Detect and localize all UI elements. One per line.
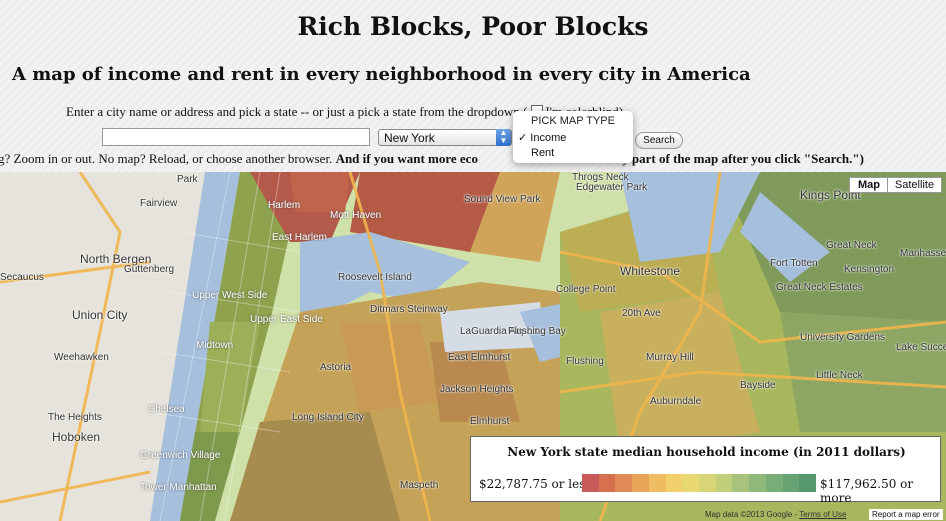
legend-swatch [615, 474, 633, 492]
terms-link[interactable]: Terms of Use [799, 510, 846, 519]
map-label: East Harlem [272, 232, 328, 243]
map-type-dropdown[interactable]: PICK MAP TYPE ✓ Income Rent [513, 111, 633, 163]
map-label: Park [177, 174, 198, 185]
legend-high-label: $117,962.50 or more [820, 477, 914, 505]
map-label: Jackson Heights [440, 384, 514, 395]
legend-swatch [582, 474, 599, 492]
map-label: Midtown [196, 340, 234, 351]
map-label: Bayside [740, 380, 776, 391]
map-label: Harlem [268, 200, 301, 211]
address-input[interactable] [102, 128, 370, 146]
select-arrows-icon: ▲ ▼ [496, 129, 511, 146]
page-title: Rich Blocks, Poor Blocks [297, 12, 649, 41]
map-label: Fairview [140, 198, 178, 209]
legend-swatch [598, 474, 616, 492]
checkmark-icon: ✓ [518, 132, 528, 144]
dropdown-option-income[interactable]: ✓ Income [518, 131, 566, 144]
map-label: Mott Haven [330, 210, 382, 221]
map-label: Ditmars Steinway [370, 304, 448, 315]
map-label: The Heights [48, 412, 102, 423]
map-label: Sound View Park [464, 194, 541, 205]
legend-swatch [715, 474, 733, 492]
legend-swatch [799, 474, 817, 492]
legend-swatch [732, 474, 750, 492]
legend-title: New York state median household income (… [507, 445, 906, 459]
state-selected-value: New York [384, 131, 435, 145]
map-type-map-button[interactable]: Map [849, 177, 889, 193]
legend-swatch [699, 474, 716, 492]
legend-swatch [782, 474, 800, 492]
map-label: Flushing Bay [508, 326, 566, 337]
map-label: Long Island City [292, 412, 364, 423]
map-label: Whitestone [620, 264, 681, 278]
map-label: Tower Manhattan [140, 482, 217, 493]
legend-swatch [765, 474, 783, 492]
map-label: Greenwich Village [140, 450, 221, 461]
map-label: 20th Ave [622, 308, 661, 319]
map-label: Weehawken [54, 352, 109, 363]
map-type-satellite-button[interactable]: Satellite [887, 177, 942, 193]
state-select[interactable]: New York ▲ ▼ [378, 129, 512, 146]
map-label: University Gardens [800, 332, 886, 343]
map-label: Union City [72, 308, 128, 322]
map-attribution: Map data ©2013 Google - Terms of Use [705, 510, 846, 519]
page-subtitle: A map of income and rent in every neighb… [12, 64, 751, 85]
map-label: Little Neck [816, 370, 863, 381]
map-label: East Elmhurst [448, 352, 511, 363]
map-label: Great Neck Estates [776, 282, 863, 293]
legend-swatch [632, 474, 649, 492]
legend-swatch [665, 474, 683, 492]
legend-swatch [682, 474, 700, 492]
map-label: Manhasset [900, 248, 946, 259]
map-label: College Point [556, 284, 616, 295]
map-label: Maspeth [400, 480, 439, 491]
legend-color-ramp [582, 474, 817, 492]
map-label: Astoria [320, 362, 352, 373]
map-label: Edgewater Park [576, 182, 648, 193]
help-text-bold: And if you want more eco [335, 151, 478, 166]
map-label: Secaucus [0, 272, 44, 283]
legend-swatch [749, 474, 766, 492]
dropdown-heading: PICK MAP TYPE [531, 115, 615, 127]
map-label: Upper West Side [192, 290, 268, 301]
map-label: Guttenberg [124, 264, 175, 275]
help-text-plain: g? Zoom in or out. No map? Reload, or ch… [0, 151, 336, 166]
map-label: Roosevelt Island [338, 272, 412, 283]
help-text-bold-2: k any part of the map after you click "S… [597, 151, 864, 166]
instructions-text: Enter a city name or address and pick a … [66, 104, 528, 119]
map-label: Chelsea [148, 404, 185, 415]
map-label: Flushing [566, 356, 604, 367]
dropdown-option-rent[interactable]: Rent [531, 147, 554, 159]
map-label: Great Neck [826, 240, 877, 251]
map-label: Kensington [844, 264, 895, 275]
map-label: Fort Totten [770, 258, 818, 269]
map-label: Upper East Side [250, 314, 323, 325]
map-legend: New York state median household income (… [470, 436, 941, 505]
map-label: Auburndale [650, 396, 702, 407]
map-label: Hoboken [52, 430, 101, 444]
legend-low-label: $22,787.75 or less [479, 477, 592, 491]
map-label: Elmhurst [470, 416, 510, 427]
search-button[interactable]: Search [635, 132, 683, 149]
report-map-error-link[interactable]: Report a map error [869, 509, 943, 520]
attribution-text: Map data ©2013 Google - [705, 510, 800, 519]
map-label: Lake Success [896, 342, 946, 353]
map-label: Murray Hill [646, 352, 694, 363]
help-text: g? Zoom in or out. No map? Reload, or ch… [0, 151, 864, 167]
legend-swatch [648, 474, 666, 492]
option-label: Income [530, 132, 567, 144]
